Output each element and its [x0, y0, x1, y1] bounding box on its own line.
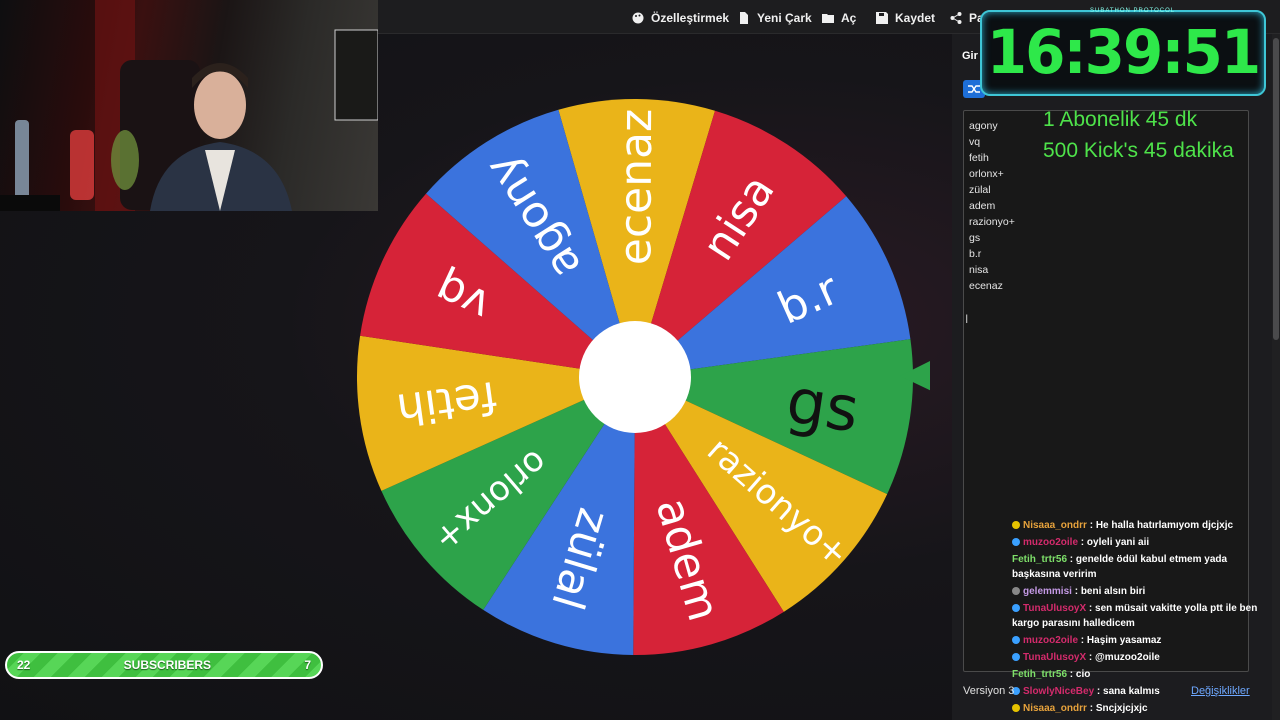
customize-label: Özelleştirmek [651, 11, 730, 25]
subscribers-current: 22 [17, 658, 31, 672]
chat-message: Nisaaa_ondrr : He halla hatırlamıyom djc… [1012, 518, 1270, 533]
user-badge-icon [1012, 604, 1020, 612]
save-button[interactable]: Kaydet [876, 9, 935, 27]
subscribers-goal-bar: 22 SUBSCRIBERS 7 [5, 651, 323, 679]
wheel-center-hub[interactable] [579, 321, 691, 433]
chat-separator: : [1094, 686, 1104, 697]
promo-line-1: 1 Abonelik 45 dk [1043, 108, 1198, 131]
entry-item: vq [969, 136, 981, 148]
chat-separator: : [1086, 703, 1096, 714]
open-label: Aç [841, 11, 857, 25]
entry-item: ecenaz [969, 280, 1003, 292]
webcam-overlay [0, 0, 378, 211]
scrollbar-thumb[interactable] [1273, 38, 1279, 340]
entry-item: orlonx+ [969, 168, 1004, 180]
new-wheel-label: Yeni Çark [757, 11, 812, 25]
user-badge-icon [1012, 704, 1020, 712]
spin-wheel[interactable]: ecenaz nisab.rgsrazionyo+ademzülalorlonx+… [350, 92, 930, 662]
entry-item: fetih [969, 152, 989, 164]
chat-text: beni alsın biri [1080, 586, 1146, 597]
tab-entries[interactable]: Gir [962, 50, 978, 62]
chat-text: @muzoo2oile [1095, 652, 1160, 663]
entry-item: agony [969, 120, 998, 132]
chat-text: Haşim yasamaz [1086, 635, 1162, 646]
chat-message: gelemmisi : beni alsın biri [1012, 584, 1270, 599]
chat-text: Sncjxjcjxjc [1095, 703, 1148, 714]
share-icon [950, 12, 962, 24]
chat-separator: : [1067, 554, 1076, 565]
chat-username[interactable]: gelemmisi [1023, 586, 1072, 597]
chat-separator: : [1086, 652, 1096, 663]
chat-text: cio [1075, 669, 1091, 680]
chat-username[interactable]: Nisaaa_ondrr [1023, 520, 1087, 531]
chat-message: Fetih_trtr56 : cio [1012, 667, 1270, 682]
user-badge-icon [1012, 653, 1020, 661]
wheel-segment-label: gs [782, 364, 864, 447]
entry-item: razionyo+ [969, 216, 1015, 228]
subscribers-label: SUBSCRIBERS [123, 658, 212, 672]
chat-username[interactable]: TunaUlusoyX [1023, 652, 1086, 663]
chat-username[interactable]: TunaUlusoyX [1023, 603, 1086, 614]
palette-icon [632, 12, 644, 24]
chat-separator: : [1086, 603, 1096, 614]
chat-message: Fetih_trtr56 : genelde ödül kabul etmem … [1012, 552, 1270, 582]
file-icon [740, 12, 748, 24]
text-cursor-icon: I [965, 312, 969, 326]
timer-time: 16:39:51 [986, 16, 1262, 88]
entries-list: agony vq fetih orlonx+ zülal adem razionyo+ gs b… [969, 118, 1015, 294]
share-button[interactable]: Pa [950, 9, 984, 27]
chat-username[interactable]: Nisaaa_ondrr [1023, 703, 1087, 714]
user-badge-icon [1012, 636, 1020, 644]
chat-message: TunaUlusoyX : @muzoo2oile [1012, 650, 1270, 665]
floppy-icon [876, 12, 888, 24]
version-label: Versiyon 3 [963, 685, 1015, 697]
open-button[interactable]: Aç [822, 9, 856, 27]
entry-item: adem [969, 200, 996, 212]
chat-username[interactable]: SlowlyNiceBey [1023, 686, 1094, 697]
changes-link[interactable]: Değişiklikler [1191, 685, 1250, 697]
chat-separator: : [1078, 537, 1087, 548]
chat-message: TunaUlusoyX : sen müsait vakitte yolla p… [1012, 601, 1270, 631]
chat-separator: : [1067, 669, 1076, 680]
timer-header: SUBATHON PROTOCOL [1090, 8, 1176, 14]
customize-button[interactable]: Özelleştirmek [632, 9, 729, 27]
user-badge-icon [1012, 521, 1020, 529]
chat-text: sana kalmıs [1103, 686, 1160, 697]
save-label: Kaydet [895, 11, 936, 25]
wheel-segment-label: ecenaz [610, 109, 662, 266]
entry-item: zülal [969, 184, 991, 196]
entry-item: b.r [969, 248, 982, 260]
subscribers-remaining: 7 [304, 658, 311, 672]
streamer-video-feed [0, 0, 378, 211]
chat-separator: : [1078, 635, 1087, 646]
chat-message: muzoo2oile : Haşim yasamaz [1012, 633, 1270, 648]
folder-icon [822, 14, 834, 23]
chat-message: muzoo2oile : oyleli yani aii [1012, 535, 1270, 550]
chat-text: He halla hatırlamıyom djcjxjc [1095, 520, 1234, 531]
chat-username[interactable]: Fetih_trtr56 [1012, 669, 1067, 680]
chat-separator: : [1071, 586, 1081, 597]
promo-line-2: 500 Kick's 45 dakika [1043, 139, 1234, 162]
chat-username[interactable]: Fetih_trtr56 [1012, 554, 1067, 565]
chat-separator: : [1086, 520, 1096, 531]
chat-message: Nisaaa_ondrr : Sncjxjcjxjc [1012, 701, 1270, 716]
chat-username[interactable]: muzoo2oile [1023, 537, 1078, 548]
chat-username[interactable]: muzoo2oile [1023, 635, 1078, 646]
entry-item: gs [969, 232, 981, 244]
entry-item: nisa [969, 264, 989, 276]
user-badge-icon [1012, 538, 1020, 546]
new-wheel-button[interactable]: Yeni Çark [738, 9, 812, 27]
user-badge-icon [1012, 587, 1020, 595]
chat-text: oyleli yani aii [1086, 537, 1150, 548]
